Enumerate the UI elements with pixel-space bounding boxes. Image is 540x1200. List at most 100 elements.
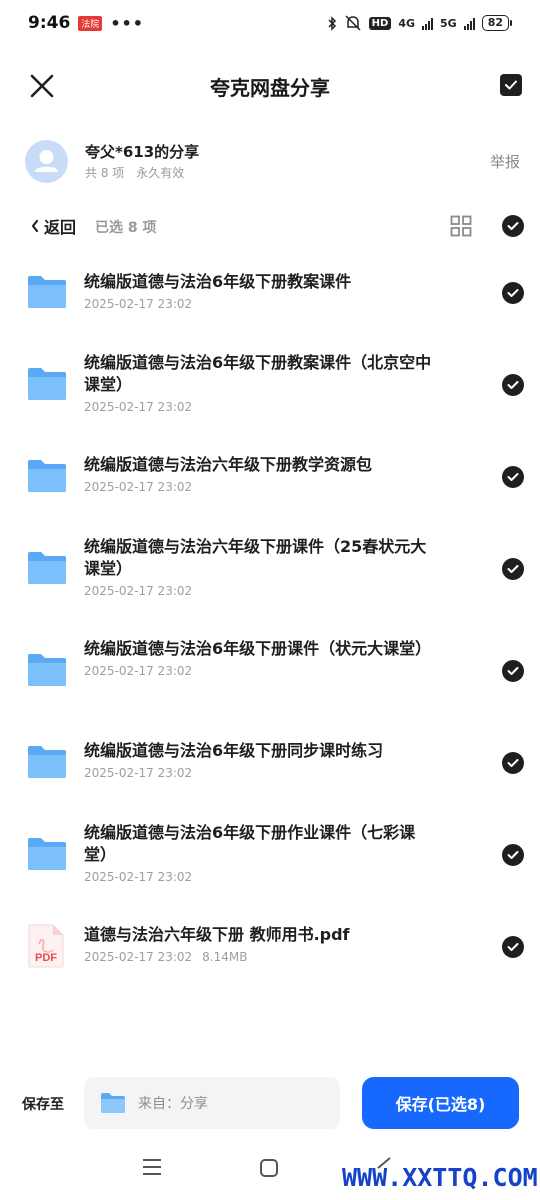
- signal-icon: [422, 17, 433, 30]
- folder-icon: [28, 460, 66, 492]
- file-item[interactable]: 统编版道德与法治六年级下册课件（25春状元大课堂） 2025-02-17 23:…: [0, 518, 540, 620]
- avatar: [25, 140, 68, 183]
- file-meta: 2025-02-17 23:02: [84, 766, 434, 780]
- folder-icon: [28, 746, 66, 778]
- file-info: 统编版道德与法治六年级下册课件（25春状元大课堂） 2025-02-17 23:…: [84, 536, 434, 598]
- validity: 永久有效: [136, 166, 185, 180]
- nav-row: 返回 已选 8 项: [0, 210, 540, 244]
- file-info: 统编版道德与法治6年级下册课件（状元大课堂） 2025-02-17 23:02: [84, 638, 434, 678]
- file-info: 统编版道德与法治6年级下册教案课件 2025-02-17 23:02: [84, 271, 434, 311]
- item-count: 共 8 项: [85, 166, 125, 180]
- select-all-checkbox[interactable]: [502, 215, 524, 237]
- hd-voice-icon: HD: [368, 16, 392, 30]
- file-meta: 2025-02-17 23:02: [84, 664, 434, 678]
- network-4g-label: 4G: [398, 16, 415, 30]
- folder-icon: [101, 1093, 125, 1113]
- file-name: 统编版道德与法治6年级下册教案课件: [84, 272, 352, 291]
- file-checkbox[interactable]: [502, 752, 524, 774]
- save-destination-picker[interactable]: 来自：分享: [84, 1077, 340, 1129]
- status-bar: 9:46 法院 ••• HD 4G 5G 82: [0, 0, 540, 46]
- status-time: 9:46: [28, 13, 71, 33]
- file-item[interactable]: 统编版道德与法治6年级下册同步课时练习 2025-02-17 23:02: [0, 722, 540, 804]
- multi-select-toggle[interactable]: [500, 74, 522, 96]
- file-checkbox[interactable]: [502, 466, 524, 488]
- file-checkbox[interactable]: [502, 374, 524, 396]
- file-info: 统编版道德与法治6年级下册作业课件（七彩课堂） 2025-02-17 23:02: [84, 822, 434, 884]
- file-info: 统编版道德与法治6年级下册教案课件（北京空中课堂） 2025-02-17 23:…: [84, 352, 434, 414]
- sharer-name: 夸父*613的分享: [85, 143, 200, 161]
- check-icon: [507, 851, 519, 859]
- save-to-label: 保存至: [22, 1097, 64, 1113]
- file-info: 道德与法治六年级下册 教师用书.pdf 2025-02-17 23:02 8.1…: [84, 924, 434, 964]
- file-item[interactable]: 统编版道德与法治6年级下册教案课件（北京空中课堂） 2025-02-17 23:…: [0, 334, 540, 436]
- status-notification-badge: 法院: [78, 15, 103, 31]
- bottom-bar: 保存至 来自：分享 保存(已选8): [0, 1076, 540, 1130]
- file-name: 统编版道德与法治六年级下册课件（25春状元大课堂）: [84, 537, 427, 578]
- battery-level: 82: [481, 15, 509, 31]
- save-destination-text: 来自：分享: [138, 1096, 208, 1112]
- file-name: 道德与法治六年级下册 教师用书.pdf: [84, 925, 350, 944]
- network-5g-label: 5G: [440, 16, 457, 30]
- file-date: 2025-02-17 23:02: [84, 584, 193, 598]
- file-checkbox[interactable]: [502, 282, 524, 304]
- header: 夸克网盘分享: [0, 62, 540, 110]
- sharer-meta: 共 8 项 永久有效: [85, 164, 184, 181]
- file-checkbox[interactable]: [502, 558, 524, 580]
- check-icon: [507, 222, 519, 230]
- file-size: 8.14MB: [202, 950, 248, 964]
- check-icon: [507, 565, 519, 573]
- file-checkbox[interactable]: [502, 660, 524, 682]
- save-button[interactable]: 保存(已选8): [362, 1077, 519, 1129]
- user-icon: [35, 150, 58, 172]
- pdf-label: PDF: [35, 952, 57, 964]
- mute-icon: [345, 15, 361, 31]
- chevron-left-icon: [31, 219, 39, 233]
- battery-icon: 82: [481, 15, 512, 31]
- file-name: 统编版道德与法治六年级下册教学资源包: [84, 455, 373, 474]
- status-icons: HD 4G 5G 82: [327, 15, 512, 31]
- pdf-file-icon: PDF: [28, 924, 64, 968]
- back-button[interactable]: 返回: [30, 214, 76, 238]
- folder-icon: [28, 368, 66, 400]
- watermark: WWW.XXTTQ.COM: [342, 1163, 538, 1192]
- check-icon: [507, 667, 519, 675]
- file-meta: 2025-02-17 23:02: [84, 480, 434, 494]
- file-name: 统编版道德与法治6年级下册同步课时练习: [84, 741, 384, 760]
- home-icon[interactable]: [259, 1158, 279, 1178]
- file-name: 统编版道德与法治6年级下册教案课件（北京空中课堂）: [84, 353, 432, 394]
- close-icon: [30, 74, 54, 98]
- close-button[interactable]: [26, 70, 58, 102]
- file-checkbox[interactable]: [502, 936, 524, 958]
- sharer-info: 夸父*613的分享 共 8 项 永久有效 举报: [25, 138, 520, 184]
- file-item[interactable]: 统编版道德与法治6年级下册教案课件 2025-02-17 23:02: [0, 252, 540, 334]
- file-date: 2025-02-17 23:02: [84, 766, 193, 780]
- grid-icon: [450, 215, 472, 237]
- page-title: 夸克网盘分享: [210, 76, 330, 100]
- folder-icon: [28, 654, 66, 686]
- file-item[interactable]: PDF 道德与法治六年级下册 教师用书.pdf 2025-02-17 23:02…: [0, 906, 540, 988]
- file-list: 统编版道德与法治6年级下册教案课件 2025-02-17 23:02 统编版道德…: [0, 252, 540, 988]
- menu-icon[interactable]: [142, 1158, 162, 1176]
- file-date: 2025-02-17 23:02: [84, 870, 193, 884]
- file-item[interactable]: 统编版道德与法治六年级下册教学资源包 2025-02-17 23:02: [0, 436, 540, 518]
- file-name: 统编版道德与法治6年级下册作业课件（七彩课堂）: [84, 823, 416, 864]
- file-date: 2025-02-17 23:02: [84, 297, 193, 311]
- file-info: 统编版道德与法治六年级下册教学资源包 2025-02-17 23:02: [84, 454, 434, 494]
- file-meta: 2025-02-17 23:02: [84, 870, 434, 884]
- selected-count: 已选 8 项: [95, 220, 157, 236]
- file-date: 2025-02-17 23:02: [84, 400, 193, 414]
- back-label: 返回: [44, 218, 77, 237]
- file-meta: 2025-02-17 23:02: [84, 584, 434, 598]
- grid-view-button[interactable]: [450, 215, 472, 237]
- file-meta: 2025-02-17 23:02: [84, 297, 434, 311]
- file-date: 2025-02-17 23:02: [84, 664, 193, 678]
- file-name: 统编版道德与法治6年级下册课件（状元大课堂）: [84, 639, 432, 658]
- check-icon: [507, 473, 519, 481]
- file-date: 2025-02-17 23:02: [84, 950, 193, 964]
- report-button[interactable]: 举报: [490, 151, 520, 172]
- file-info: 统编版道德与法治6年级下册同步课时练习 2025-02-17 23:02: [84, 740, 434, 780]
- file-item[interactable]: 统编版道德与法治6年级下册课件（状元大课堂） 2025-02-17 23:02: [0, 620, 540, 722]
- file-item[interactable]: 统编版道德与法治6年级下册作业课件（七彩课堂） 2025-02-17 23:02: [0, 804, 540, 906]
- file-meta: 2025-02-17 23:02: [84, 400, 434, 414]
- file-checkbox[interactable]: [502, 844, 524, 866]
